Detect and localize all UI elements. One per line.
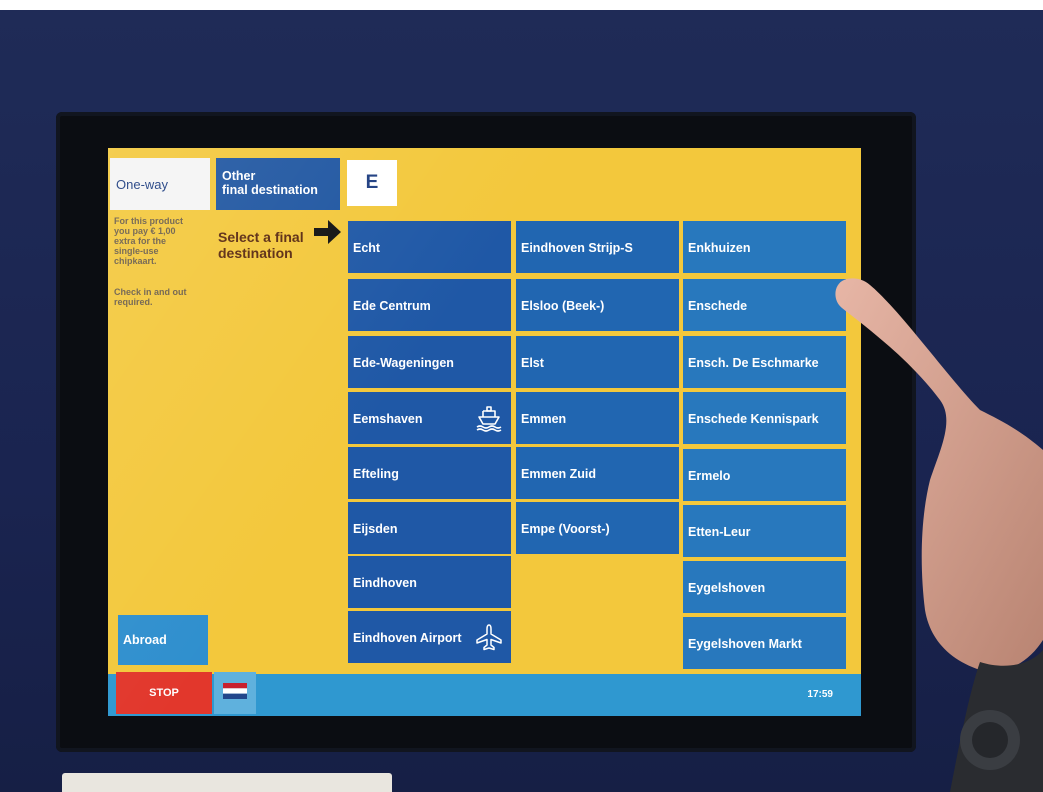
destination-enkhuizen[interactable]: Enkhuizen xyxy=(683,221,846,273)
stop-button[interactable]: STOP xyxy=(116,672,212,714)
destination-label: Eijsden xyxy=(353,522,398,536)
destination-eemshaven[interactable]: Eemshaven xyxy=(348,392,511,444)
receipt-slot xyxy=(62,773,392,792)
destination-label: Efteling xyxy=(353,467,399,481)
surcharge-note: For this product you pay € 1,00 extra fo… xyxy=(114,216,200,266)
destination-eindhoven-strijp-s[interactable]: Eindhoven Strijp-S xyxy=(516,221,679,273)
tab-other-label-line1: Other xyxy=(222,169,256,183)
destination-etten-leur[interactable]: Etten-Leur xyxy=(683,505,846,557)
destination-eijsden[interactable]: Eijsden xyxy=(348,502,511,554)
destination-empe-voorst[interactable]: Empe (Voorst-) xyxy=(516,502,679,554)
arrow-right-icon xyxy=(314,220,341,244)
destination-enschede-kennispark[interactable]: Enschede Kennispark xyxy=(683,392,846,444)
tab-one-way-label: One-way xyxy=(116,177,169,192)
destination-label: Ensch. De Eschmarke xyxy=(688,356,819,370)
destination-label: Enschede Kennispark xyxy=(688,412,819,426)
destination-eindhoven[interactable]: Eindhoven xyxy=(348,556,511,608)
note-line: you pay € 1,00 xyxy=(114,226,176,236)
destination-eygelshoven[interactable]: Eygelshoven xyxy=(683,561,846,613)
tab-one-way[interactable]: One-way xyxy=(110,158,210,210)
destination-label: Emmen Zuid xyxy=(521,467,597,481)
check-in-note: Check in and out required. xyxy=(114,287,200,307)
destination-label: Elst xyxy=(521,356,544,370)
destination-label: Eygelshoven Markt xyxy=(688,637,802,651)
destination-label: Enschede xyxy=(688,299,748,313)
label-line: destination xyxy=(218,245,293,261)
destination-elst[interactable]: Elst xyxy=(516,336,679,388)
destination-label: Eindhoven Strijp-S xyxy=(521,241,633,255)
netherlands-flag-icon xyxy=(223,683,247,699)
letter-filter[interactable]: E xyxy=(347,160,397,206)
destination-eindhoven-airport[interactable]: Eindhoven Airport xyxy=(348,611,511,663)
pointing-hand xyxy=(835,278,1043,792)
destination-ensch-de-eschmarke[interactable]: Ensch. De Eschmarke xyxy=(683,336,846,388)
destination-efteling[interactable]: Efteling xyxy=(348,447,511,499)
ferry-icon xyxy=(476,406,502,432)
language-button[interactable] xyxy=(214,672,256,714)
destination-label: Ede Centrum xyxy=(353,299,431,313)
destination-ermelo[interactable]: Ermelo xyxy=(683,449,846,501)
note-line: extra for the xyxy=(114,236,167,246)
note-line: For this product xyxy=(114,216,183,226)
destination-label: Empe (Voorst-) xyxy=(521,522,610,536)
destination-label: Elsloo (Beek-) xyxy=(521,299,605,313)
destination-label: Ermelo xyxy=(688,469,731,483)
destination-label: Etten-Leur xyxy=(688,525,751,539)
airplane-icon xyxy=(476,624,502,651)
note-line: single-use xyxy=(114,246,159,256)
destination-echt[interactable]: Echt xyxy=(348,221,511,273)
tab-other-label-line2: final destination xyxy=(222,183,318,197)
destination-label: Emmen xyxy=(521,412,567,426)
destination-ede-centrum[interactable]: Ede Centrum xyxy=(348,279,511,331)
abroad-button[interactable]: Abroad xyxy=(118,615,208,665)
destination-eygelshoven-markt[interactable]: Eygelshoven Markt xyxy=(683,617,846,669)
destination-elsloo-beek[interactable]: Elsloo (Beek-) xyxy=(516,279,679,331)
select-destination-label: Select a final destination xyxy=(218,229,318,261)
label-line: Select a final xyxy=(218,229,304,245)
destination-emmen[interactable]: Emmen xyxy=(516,392,679,444)
destination-label: Eindhoven Airport xyxy=(353,631,462,645)
destination-ede-wageningen[interactable]: Ede-Wageningen xyxy=(348,336,511,388)
abroad-label: Abroad xyxy=(123,633,167,647)
destination-label: Eindhoven xyxy=(353,576,417,590)
tab-other-final-destination[interactable]: Other final destination xyxy=(216,158,340,210)
photo-top-edge xyxy=(0,0,1043,10)
destination-emmen-zuid[interactable]: Emmen Zuid xyxy=(516,447,679,499)
destination-label: Eygelshoven xyxy=(688,581,766,595)
note-line: chipkaart. xyxy=(114,256,157,266)
destination-label: Eemshaven xyxy=(353,412,423,426)
note-line: Check in and out xyxy=(114,287,187,297)
destination-label: Enkhuizen xyxy=(688,241,751,255)
destination-enschede[interactable]: Enschede xyxy=(683,279,846,331)
ticket-machine-screen: One-way Other final destination E For th… xyxy=(108,148,861,716)
destination-label: Echt xyxy=(353,241,381,255)
destination-label: Ede-Wageningen xyxy=(353,356,454,370)
note-line: required. xyxy=(114,297,153,307)
